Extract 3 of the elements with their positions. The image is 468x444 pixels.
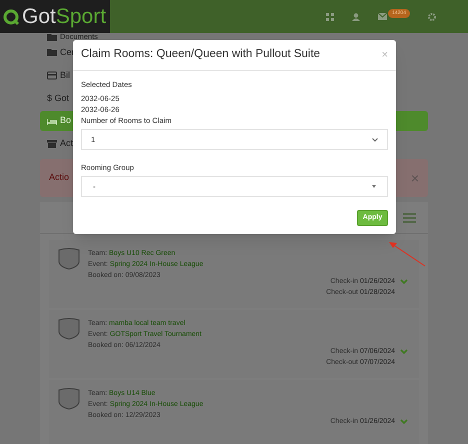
modal-title: Claim Rooms: Queen/Queen with Pullout Suite: [81, 47, 320, 62]
alert-text: Actio: [49, 171, 70, 184]
logo-text: GotSport: [22, 6, 106, 27]
